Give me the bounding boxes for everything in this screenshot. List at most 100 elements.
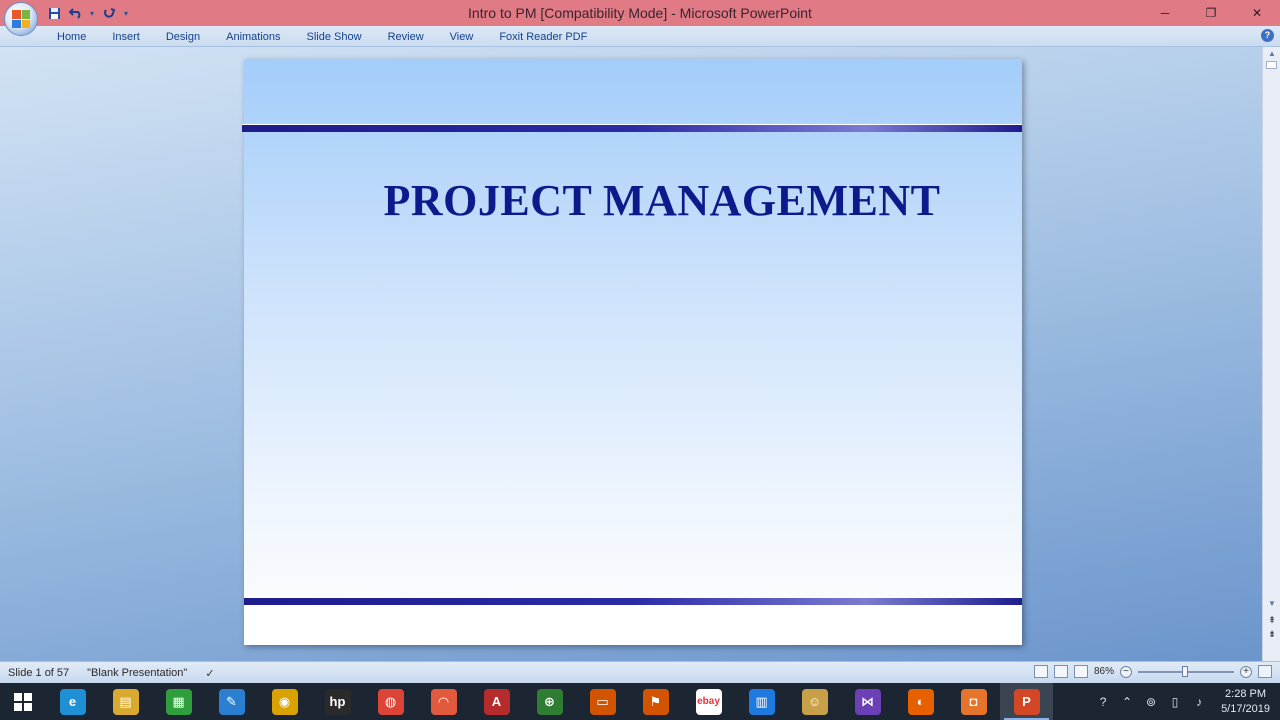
- slide-sorter-button[interactable]: [1053, 665, 1068, 678]
- slide-show-button[interactable]: [1073, 665, 1088, 678]
- slide-workspace: PROJECT MANAGEMENT: [0, 47, 1262, 661]
- window-controls: ─ ❐ ✕: [1142, 0, 1280, 26]
- help-icon[interactable]: ?: [1095, 694, 1111, 710]
- slides-taskbar-button[interactable]: ◘: [947, 683, 1000, 720]
- firefox-taskbar-button[interactable]: ◐: [894, 683, 947, 720]
- ribbon-tabs: Home Insert Design Animations Slide Show…: [44, 29, 600, 45]
- tablet-icon[interactable]: ▯: [1167, 694, 1183, 710]
- theme-name: "Blank Presentation": [87, 667, 188, 679]
- chevron-up-icon[interactable]: ⌃: [1119, 694, 1135, 710]
- powerpoint-viewer-icon: ▭: [589, 688, 616, 715]
- system-tray: ? ⌃ ⊚ ▯ ♪ 2:28 PM 5/17/2019: [1095, 683, 1280, 720]
- store-icon: ▦: [165, 688, 192, 715]
- scroll-thumb[interactable]: [1266, 61, 1277, 69]
- ebay-icon: ebay: [695, 688, 722, 715]
- tab-slide-show[interactable]: Slide Show: [294, 29, 375, 45]
- redo-icon[interactable]: [102, 5, 118, 21]
- access-icon: A: [483, 688, 510, 715]
- clock[interactable]: 2:28 PM 5/17/2019: [1221, 687, 1270, 717]
- mascot-icon: ☺: [801, 688, 828, 715]
- scroll-up-icon[interactable]: ▲: [1267, 49, 1277, 59]
- store-taskbar-button[interactable]: ▦: [152, 683, 205, 720]
- help-icon[interactable]: ?: [1261, 29, 1274, 42]
- mascot-taskbar-button[interactable]: ☺: [788, 683, 841, 720]
- tab-design[interactable]: Design: [153, 29, 213, 45]
- start-button[interactable]: [0, 683, 46, 720]
- quick-access-toolbar: ▾ ▾: [46, 4, 130, 22]
- zoom-out-icon[interactable]: −: [1120, 665, 1132, 678]
- tab-home[interactable]: Home: [44, 29, 99, 45]
- taskbar-apps: e ▤ ▦ ✎ ◉ hp ◍ ◠ A ⊕ ▭ ⚑ ebay ▥ ☺ ⋈ ◐ ◘ P: [46, 683, 1053, 720]
- status-right: 86% − +: [1033, 665, 1272, 678]
- ribbon: Home Insert Design Animations Slide Show…: [0, 26, 1280, 47]
- tab-insert[interactable]: Insert: [99, 29, 153, 45]
- sync-icon[interactable]: ⊚: [1143, 694, 1159, 710]
- slide-counter: Slide 1 of 57: [8, 667, 70, 679]
- save-icon[interactable]: [46, 5, 62, 21]
- powerpoint-viewer-taskbar-button[interactable]: ▭: [576, 683, 629, 720]
- powerpoint-icon: P: [1013, 688, 1040, 715]
- hp-icon: hp: [324, 688, 351, 715]
- globe-icon: ⊕: [536, 688, 563, 715]
- scroll-down-icon[interactable]: ▼: [1267, 599, 1277, 609]
- normal-view-button[interactable]: [1033, 665, 1048, 678]
- visual-studio-taskbar-button[interactable]: ⋈: [841, 683, 894, 720]
- status-bar: Slide 1 of 57 "Blank Presentation" ✓ 86%…: [0, 661, 1280, 683]
- file-explorer-icon: ▤: [112, 688, 139, 715]
- tab-view[interactable]: View: [437, 29, 487, 45]
- firefox-icon: ◐: [907, 688, 934, 715]
- volume-icon[interactable]: ♪: [1191, 694, 1207, 710]
- fit-to-window-icon[interactable]: [1258, 665, 1272, 678]
- zoom-slider[interactable]: [1138, 665, 1234, 677]
- zoom-in-icon[interactable]: +: [1240, 665, 1252, 678]
- title-bar: ▾ ▾ Intro to PM [Compatibility Mode] - M…: [0, 0, 1280, 26]
- clock-date: 5/17/2019: [1221, 702, 1270, 715]
- windows-logo-icon: [14, 692, 32, 711]
- audio-meter-taskbar-button[interactable]: ▥: [735, 683, 788, 720]
- access-taskbar-button[interactable]: A: [470, 683, 523, 720]
- slides-icon: ◘: [960, 688, 987, 715]
- previous-slide-icon[interactable]: ⇞: [1267, 615, 1277, 625]
- pdf-tool-taskbar-button[interactable]: ⚑: [629, 683, 682, 720]
- acrobat-icon: ◠: [430, 688, 457, 715]
- window-title: Intro to PM [Compatibility Mode] - Micro…: [468, 5, 812, 21]
- internet-explorer-icon: e: [59, 688, 86, 715]
- slide-canvas[interactable]: PROJECT MANAGEMENT: [242, 59, 1022, 645]
- media-player-taskbar-button[interactable]: ◉: [258, 683, 311, 720]
- media-player-icon: ◉: [271, 688, 298, 715]
- snipping-tool-taskbar-button[interactable]: ✎: [205, 683, 258, 720]
- customize-qat-icon[interactable]: ▾: [124, 9, 130, 18]
- zoom-level[interactable]: 86%: [1094, 666, 1114, 677]
- slide-bottom-rule: [244, 597, 1022, 605]
- globe-taskbar-button[interactable]: ⊕: [523, 683, 576, 720]
- slide-footer-area: [244, 605, 1022, 645]
- minimize-button[interactable]: ─: [1142, 0, 1188, 26]
- internet-explorer-taskbar-button[interactable]: e: [46, 683, 99, 720]
- status-left: Slide 1 of 57 "Blank Presentation" ✓: [8, 667, 219, 680]
- file-explorer-taskbar-button[interactable]: ▤: [99, 683, 152, 720]
- undo-icon[interactable]: [68, 5, 84, 21]
- acrobat-taskbar-button[interactable]: ◠: [417, 683, 470, 720]
- vertical-scrollbar[interactable]: ▲ ▼ ⇞ ⇟: [1262, 47, 1280, 661]
- tab-foxit-reader-pdf[interactable]: Foxit Reader PDF: [486, 29, 600, 45]
- restore-button[interactable]: ❐: [1188, 0, 1234, 26]
- ebay-taskbar-button[interactable]: ebay: [682, 683, 735, 720]
- visual-studio-icon: ⋈: [854, 688, 881, 715]
- tab-review[interactable]: Review: [375, 29, 437, 45]
- slide-top-rule: [242, 124, 1022, 132]
- snipping-tool-icon: ✎: [218, 688, 245, 715]
- spelling-check-icon[interactable]: ✓: [205, 667, 219, 680]
- audio-meter-icon: ▥: [748, 688, 775, 715]
- undo-dropdown-icon[interactable]: ▾: [90, 9, 96, 18]
- slide-title[interactable]: PROJECT MANAGEMENT: [273, 175, 1051, 226]
- chrome-taskbar-button[interactable]: ◍: [364, 683, 417, 720]
- powerpoint-taskbar-button[interactable]: P: [1000, 683, 1053, 720]
- taskbar: e ▤ ▦ ✎ ◉ hp ◍ ◠ A ⊕ ▭ ⚑ ebay ▥ ☺ ⋈ ◐ ◘ P ? ⌃ ⊚ ▯ ♪ 2:28 P…: [0, 683, 1280, 720]
- zoom-slider-thumb[interactable]: [1182, 665, 1188, 677]
- close-button[interactable]: ✕: [1234, 0, 1280, 26]
- next-slide-icon[interactable]: ⇟: [1267, 629, 1277, 639]
- office-button[interactable]: [4, 2, 38, 36]
- hp-taskbar-button[interactable]: hp: [311, 683, 364, 720]
- tab-animations[interactable]: Animations: [213, 29, 293, 45]
- chrome-icon: ◍: [377, 688, 404, 715]
